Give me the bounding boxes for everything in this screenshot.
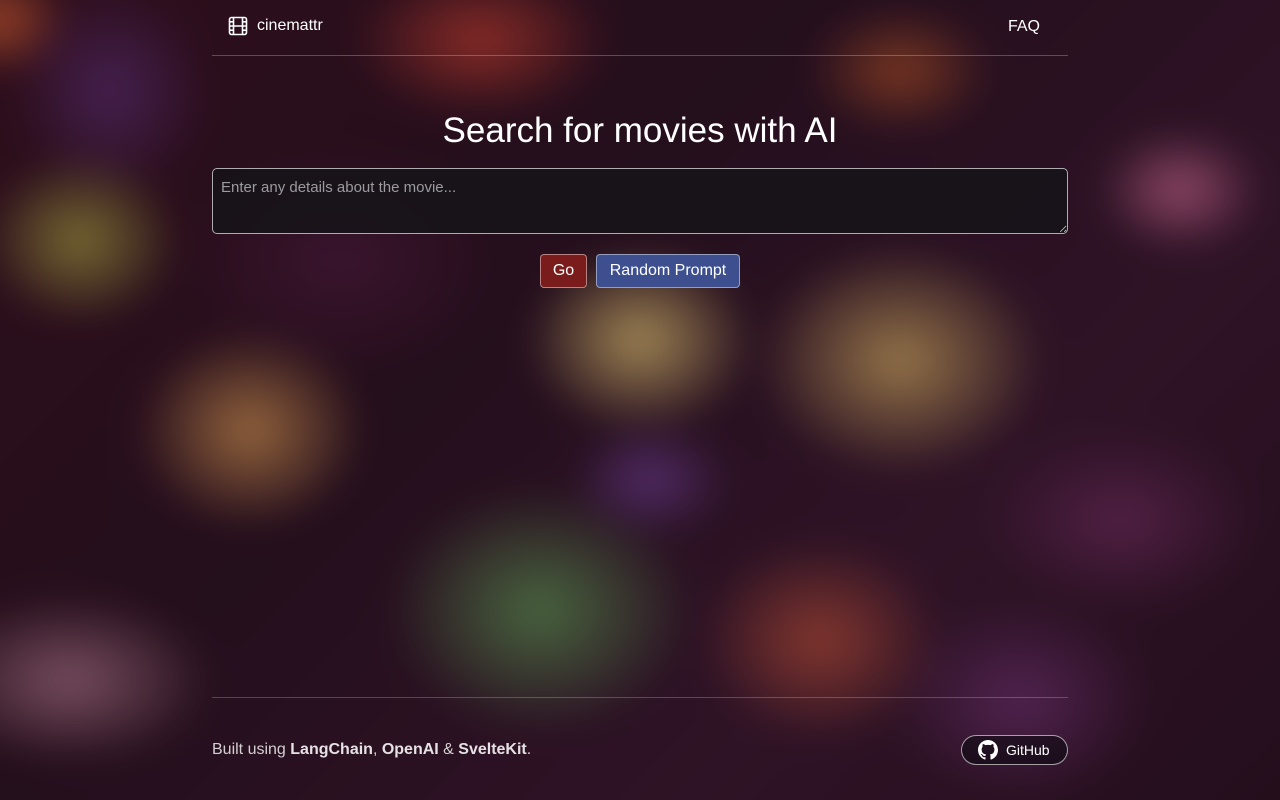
credit-prefix: Built using [212,741,291,758]
brand-name: cinemattr [257,17,323,34]
github-label: GitHub [1006,742,1050,758]
footer: Built using LangChain, OpenAI & SvelteKi… [212,697,1068,800]
random-prompt-button[interactable]: Random Prompt [596,254,740,288]
top-nav: cinemattr FAQ [212,0,1068,56]
brand-link[interactable]: cinemattr [228,16,323,36]
faq-link[interactable]: FAQ [1008,17,1040,37]
github-button[interactable]: GitHub [961,735,1068,765]
github-icon [978,740,998,760]
langchain-label: LangChain [290,741,373,758]
film-icon [228,16,248,36]
credit-separator: & [438,741,459,758]
sveltekit-label: SvelteKit [458,741,527,758]
movie-search-input[interactable] [212,168,1068,234]
search-actions: Go Random Prompt [212,254,1068,288]
credit-suffix: . [526,741,532,758]
credit-separator: , [372,741,382,758]
go-button[interactable]: Go [540,254,587,288]
openai-label: OpenAI [381,741,439,758]
built-using-credit: Built using LangChain, OpenAI & SvelteKi… [212,740,531,760]
page-container: cinemattr FAQ Search for movies with AI … [212,0,1068,800]
page-title: Search for movies with AI [442,111,838,150]
